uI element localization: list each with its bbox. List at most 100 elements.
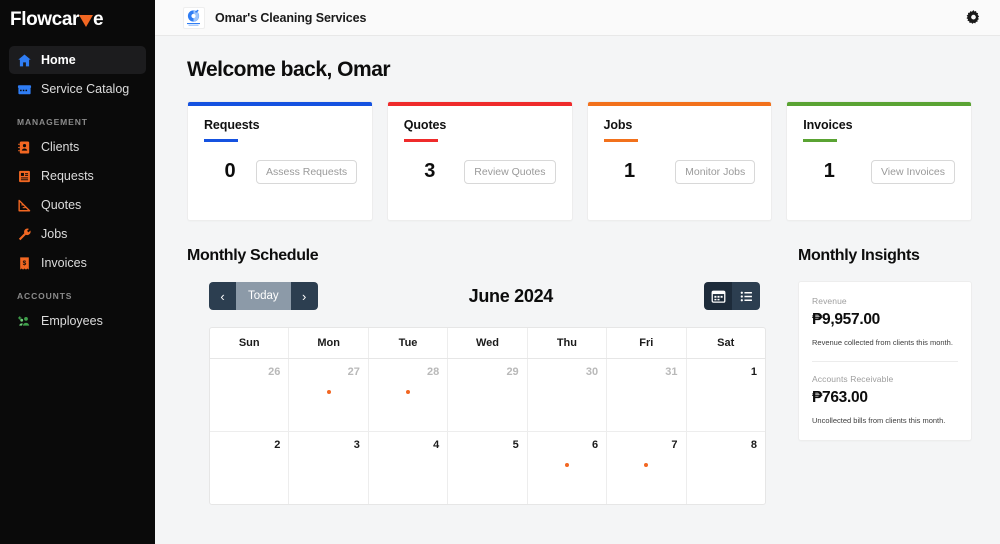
calendar-day-cell[interactable]: 30 [528,359,608,431]
gear-icon[interactable] [962,7,984,29]
stat-card-title: Invoices [803,118,853,132]
stat-card-underline [603,139,638,142]
sidebar-item-label-service-catalog: Service Catalog [41,82,130,96]
stat-card-invoices[interactable]: Invoices 1 View Invoices [786,101,972,221]
stat-card-bottom: 1 View Invoices [803,159,955,184]
stat-card-quotes[interactable]: Quotes 3 Review Quotes [386,101,573,221]
calendar-event-dot[interactable] [326,390,331,394]
calendar-day-cell[interactable]: 28 [369,359,449,431]
calendar-day-number: 7 [671,439,678,451]
sidebar-item-home[interactable]: Home [9,46,146,74]
revenue-label: Revenue [812,296,847,306]
main-area: Omar's Cleaning Services Welcome back, O… [155,0,1000,544]
monthly-schedule-panel: Monthly Schedule ‹ Today › June 2024 Sun… [187,247,766,505]
calendar-day-number: 6 [591,439,599,451]
calendar-day-number: 3 [353,439,360,451]
topbar-right [962,7,984,29]
calendar-event-dot[interactable] [406,390,411,394]
calendar-day-cell[interactable]: 31 [607,359,687,431]
calendar-prev-button[interactable]: ‹ [209,282,236,310]
calendar-day-cell[interactable]: 5 [448,432,528,504]
accounts-receivable-value: ₱763.00 [812,388,868,406]
calendar-toolbar: ‹ Today › June 2024 [187,281,766,311]
calendar-event-dot[interactable] [644,463,649,467]
calendar-day-number: 2 [274,439,281,451]
brand-logo[interactable]: Flowcar e [0,0,155,40]
stat-card-bottom: 1 Monitor Jobs [604,159,756,184]
calendar-day-cell[interactable]: 4 [369,432,449,504]
monitor-jobs-button[interactable]: Monitor Jobs [675,159,756,184]
accounts-receivable-label: Accounts Receivable [812,373,894,384]
sidebar-item-invoices[interactable]: $ Invoices [9,249,146,277]
stat-card-accent-bar [787,102,971,106]
assess-requests-button[interactable]: Assess Requests [256,159,358,184]
calendar-day-cell[interactable]: 26 [210,359,290,431]
calendar-weekday-thu: Thu [528,328,608,358]
add-people-icon [17,314,32,329]
insights-card: Revenue ₱9,957.00 Revenue collected from… [798,281,972,441]
calendar-weekday-mon: Mon [289,328,369,358]
accounts-receivable-description: Uncollected bills from clients this mont… [812,415,946,425]
stat-card-jobs[interactable]: Jobs 1 Monitor Jobs [586,101,773,221]
stat-card-requests[interactable]: Requests 0 Assess Requests [187,101,373,221]
sidebar-item-clients[interactable]: Clients [9,133,146,161]
stat-card-title: Jobs [603,118,633,132]
calendar-event-dot[interactable] [564,463,569,467]
calendar-day-cell[interactable]: 3 [289,432,369,504]
stat-card-accent-bar [587,102,772,106]
sidebar-item-requests[interactable]: Requests [9,162,146,190]
calendar-month-title: June 2024 [468,285,554,306]
chevron-down-icon [79,14,93,27]
brand-text: Flowcar e [10,9,104,31]
stat-card-bottom: 3 Review Quotes [404,159,556,184]
monthly-insights-panel: Monthly Insights Revenue ₱9,957.00 Reven… [798,247,972,505]
stat-card-value: 3 [424,160,436,182]
list-view-icon[interactable] [732,282,760,310]
cleaning-services-logo-icon [183,6,205,29]
calendar-day-cell[interactable]: 2 [210,432,290,504]
review-quotes-button[interactable]: Review Quotes [464,159,556,184]
sidebar-item-label-quotes: Quotes [41,198,82,212]
stat-card-underline [803,139,838,142]
calendar-grid: Sun Mon Tue Wed Thu Fri Sat 26 27 28 29 30 31… [209,327,766,505]
calendar-weekday-fri: Fri [607,328,687,358]
calendar-next-button[interactable]: › [290,282,318,310]
stat-card-accent-bar [387,102,572,106]
revenue-description: Revenue collected from clients this mont… [812,338,953,347]
calendar-day-cell[interactable]: 27 [289,359,369,431]
monthly-schedule-title: Monthly Schedule [187,247,319,264]
calendar-day-number: 4 [433,439,440,451]
calendar-day-cell[interactable]: 6 [528,432,608,504]
sidebar-item-label-jobs: Jobs [41,227,68,241]
sidebar-section-management: MANAGEMENT [17,117,88,127]
org-name: Omar's Cleaning Services [215,10,367,25]
calendar-day-number: 8 [750,439,757,451]
home-icon [17,53,32,68]
calendar-day-cell[interactable]: 1 [687,359,765,431]
sidebar-item-label-home: Home [41,53,76,67]
stat-card-bottom: 0 Assess Requests [204,159,358,184]
calendar: ‹ Today › June 2024 Sun Mon Tue Wed Thu … [187,281,766,505]
calendar-day-cell[interactable]: 7 [607,432,687,504]
stat-card-value: 1 [823,160,835,182]
sidebar-item-jobs[interactable]: Jobs [9,220,146,248]
sidebar-item-label-clients: Clients [41,140,80,154]
calendar-nav-group: ‹ Today › [209,282,318,310]
calendar-weekday-wed: Wed [448,328,528,358]
calendar-day-cell[interactable]: 8 [687,432,765,504]
brand-text-post: e [93,9,104,30]
sidebar-item-employees[interactable]: Employees [9,307,146,335]
calendar-day-number: 26 [268,366,281,378]
calendar-day-cell[interactable]: 29 [448,359,528,431]
calendar-view-icon[interactable] [704,282,732,310]
stat-card-underline [204,139,238,142]
calendar-today-button[interactable]: Today [236,282,291,310]
svg-text:$: $ [23,259,27,266]
sidebar-item-service-catalog[interactable]: Service Catalog [9,75,146,103]
stat-card-title: Quotes [403,118,447,132]
view-invoices-button[interactable]: View Invoices [870,159,955,184]
sidebar-item-label-invoices: Invoices [41,256,87,270]
sidebar-item-quotes[interactable]: Quotes [9,191,146,219]
calendar-view-toggle [704,282,760,310]
stat-card-accent-bar [188,102,372,106]
